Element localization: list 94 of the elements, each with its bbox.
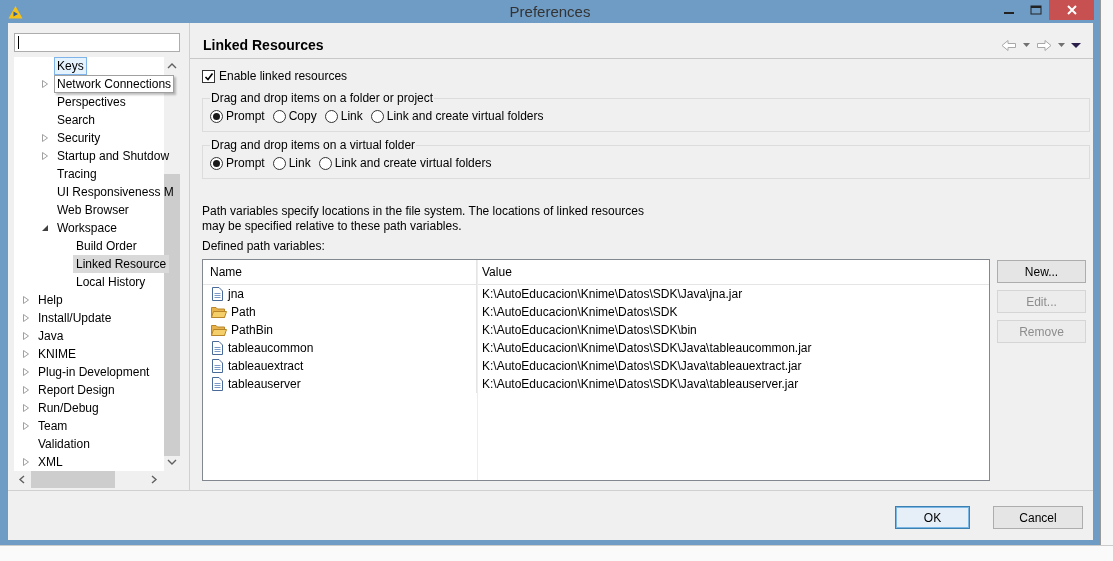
tree-item[interactable]: Linked Resource bbox=[73, 255, 170, 273]
collapsed-arrow-icon[interactable] bbox=[22, 367, 30, 377]
collapsed-arrow-icon[interactable] bbox=[22, 385, 30, 395]
radio-button[interactable] bbox=[370, 109, 384, 123]
table-cell: PathBin bbox=[231, 323, 274, 337]
close-icon[interactable] bbox=[1066, 5, 1077, 15]
table-cell: tableaucommon bbox=[228, 341, 314, 355]
checkbox-label[interactable]: Enable linked resources bbox=[219, 69, 348, 83]
radio-label[interactable]: Prompt bbox=[226, 156, 265, 170]
preference-tree[interactable] bbox=[14, 57, 180, 488]
tree-item[interactable]: Startup and Shutdow bbox=[54, 147, 173, 165]
close-button[interactable] bbox=[1049, 0, 1094, 20]
radio-label[interactable]: Link bbox=[288, 156, 311, 170]
radio-label[interactable]: Link and create virtual folders bbox=[386, 109, 544, 123]
radio-button[interactable] bbox=[272, 156, 286, 170]
collapsed-arrow-icon[interactable] bbox=[22, 403, 30, 413]
table-cell: tableauserver bbox=[228, 377, 301, 391]
tree-item[interactable]: Build Order bbox=[73, 237, 140, 255]
radio-label[interactable]: Link bbox=[340, 109, 363, 123]
path-variables-table[interactable] bbox=[202, 259, 990, 481]
collapsed-arrow-icon[interactable] bbox=[22, 313, 30, 323]
tree-item[interactable]: Security bbox=[54, 129, 104, 147]
dropdown-caret-icon[interactable] bbox=[1023, 43, 1030, 47]
page-title: Linked Resources bbox=[203, 37, 324, 53]
radio-label[interactable]: Prompt bbox=[226, 109, 265, 123]
radio-label[interactable]: Link and create virtual folders bbox=[334, 156, 492, 170]
table-cell-text: K:\AutoEducacion\Knime\Datos\SDK\Java\tableauextract.jar bbox=[481, 358, 803, 375]
tree-item[interactable]: Report Design bbox=[35, 381, 118, 399]
group-title: Drag and drop items on a virtual folder bbox=[210, 138, 417, 152]
tree-item[interactable]: Help bbox=[35, 291, 66, 309]
tree-item[interactable]: Tracing bbox=[54, 165, 100, 183]
radio-button[interactable] bbox=[210, 156, 223, 170]
file-icon bbox=[211, 287, 224, 301]
table-cell-text: K:\AutoEducacion\Knime\Datos\SDK\Java\tableaucommon.jar bbox=[481, 340, 813, 357]
radio-button[interactable] bbox=[318, 156, 332, 170]
push-button[interactable]: New... bbox=[997, 260, 1086, 283]
tree-item[interactable]: Network Connections bbox=[54, 75, 175, 93]
back-arrow-icon[interactable] bbox=[1001, 38, 1017, 52]
tree-item[interactable]: Plug-in Development bbox=[35, 363, 153, 381]
table-cell: Path bbox=[231, 305, 256, 319]
tree-item[interactable]: KNIME bbox=[35, 345, 79, 363]
group-title: Drag and drop items on a folder or project bbox=[210, 91, 435, 105]
tree-item[interactable]: Java bbox=[35, 327, 67, 345]
tree-item[interactable]: Keys bbox=[54, 57, 87, 75]
file-icon bbox=[211, 377, 224, 391]
radio-button[interactable] bbox=[324, 109, 338, 123]
collapsed-arrow-icon[interactable] bbox=[41, 133, 49, 143]
collapsed-arrow-icon[interactable] bbox=[22, 457, 30, 467]
tree-item[interactable]: Search bbox=[54, 111, 99, 129]
folder-icon bbox=[211, 305, 227, 319]
collapsed-arrow-icon[interactable] bbox=[41, 79, 49, 89]
radio-button[interactable] bbox=[210, 109, 223, 123]
tree-item[interactable]: XML bbox=[35, 453, 66, 471]
table-cell-text: K:\AutoEducacion\Knime\Datos\SDK\bin bbox=[481, 322, 698, 339]
folder-icon bbox=[211, 323, 227, 337]
checkbox[interactable] bbox=[202, 69, 215, 83]
collapsed-arrow-icon[interactable] bbox=[22, 331, 30, 341]
tree-item[interactable]: Run/Debug bbox=[35, 399, 102, 417]
dialog-button[interactable]: OK bbox=[895, 506, 970, 529]
filter-field[interactable] bbox=[14, 33, 180, 52]
tree-item[interactable]: UI Responsiveness M bbox=[54, 183, 177, 201]
tree-item[interactable]: Validation bbox=[35, 435, 93, 453]
tree-item[interactable]: Team bbox=[35, 417, 71, 435]
dialog-button[interactable]: Cancel bbox=[993, 506, 1083, 529]
window-title: Preferences bbox=[509, 3, 591, 20]
radio-label[interactable]: Copy bbox=[288, 109, 317, 123]
file-icon bbox=[211, 341, 224, 355]
column-header[interactable]: Value bbox=[477, 260, 989, 284]
view-menu-icon[interactable] bbox=[1071, 42, 1081, 48]
dropdown-caret-icon[interactable] bbox=[1058, 43, 1065, 47]
app-logo-icon bbox=[8, 4, 23, 19]
tree-item[interactable]: Perspectives bbox=[54, 93, 129, 111]
file-icon bbox=[211, 359, 224, 373]
table-cell: tableauextract bbox=[228, 359, 304, 373]
collapsed-arrow-icon[interactable] bbox=[22, 349, 30, 359]
tree-item[interactable]: Workspace bbox=[54, 219, 120, 237]
check-mark-icon bbox=[203, 71, 214, 81]
table-cell-text: K:\AutoEducacion\Knime\Datos\SDK\Java\tableauserver.jar bbox=[481, 376, 800, 393]
collapsed-arrow-icon[interactable] bbox=[22, 295, 30, 305]
table-cell-text: K:\AutoEducacion\Knime\Datos\SDK\Java\jna.jar bbox=[481, 286, 744, 303]
radio-button[interactable] bbox=[272, 109, 286, 123]
table-cell-text: K:\AutoEducacion\Knime\Datos\SDK bbox=[481, 304, 679, 321]
table-cell: jna bbox=[228, 287, 244, 301]
maximize-icon[interactable] bbox=[1029, 5, 1042, 15]
forward-arrow-icon[interactable] bbox=[1036, 38, 1052, 52]
table-caption: Defined path variables: bbox=[202, 239, 326, 253]
description-text: Path variables specify locations in the file system. The locations of linked resources may be specified relative to these path variables. bbox=[202, 204, 645, 234]
collapsed-arrow-icon[interactable] bbox=[41, 151, 49, 161]
tree-item[interactable]: Local History bbox=[73, 273, 149, 291]
column-header[interactable]: Name bbox=[203, 260, 477, 284]
tree-item[interactable]: Install/Update bbox=[35, 309, 115, 327]
expanded-arrow-icon[interactable] bbox=[41, 223, 50, 233]
collapsed-arrow-icon[interactable] bbox=[22, 421, 30, 431]
tree-item[interactable]: Web Browser bbox=[54, 201, 132, 219]
